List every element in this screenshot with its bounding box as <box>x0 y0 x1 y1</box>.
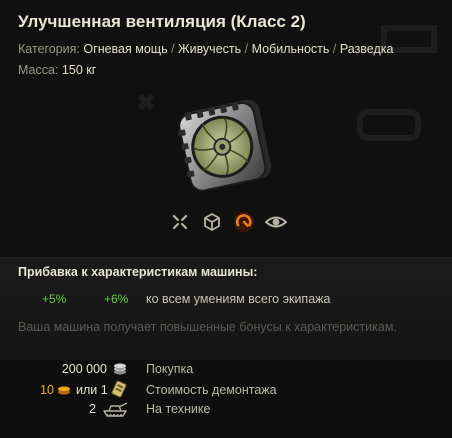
category-firepower: Огневая мощь <box>83 42 168 56</box>
bonus-title: Прибавка к характеристикам машины: <box>18 265 258 279</box>
demount-gold-price: 10 <box>40 383 54 397</box>
category-separator: / <box>332 42 337 56</box>
demount-label: Стоимость демонтажа <box>146 383 277 397</box>
on-vehicle-count: 2 <box>89 402 96 416</box>
equipment-tooltip: Улучшенная вентиляция (Класс 2) Категори… <box>0 0 452 438</box>
item-title: Улучшенная вентиляция (Класс 2) <box>18 12 306 31</box>
mobility-icon <box>232 210 256 234</box>
on-vehicle-label: На технике <box>146 402 211 416</box>
tank-icon <box>103 402 128 417</box>
survivability-icon <box>200 210 224 234</box>
mass-label: Масса: <box>18 63 59 77</box>
category-mobility: Мобильность <box>251 42 330 56</box>
gold-icon <box>57 386 71 395</box>
bonus-value-base: +5% <box>42 292 67 306</box>
category-survivability: Живучесть <box>178 42 242 56</box>
stealth-icon <box>264 210 288 234</box>
item-categories: Категория: Огневая мощь / Живучесть / Мо… <box>18 42 393 56</box>
category-stealth: Разведка <box>339 42 394 56</box>
purchase-label: Покупка <box>146 362 194 376</box>
firepower-icon <box>168 210 192 234</box>
bonus-note: Ваша машина получает повышенные бонусы к… <box>18 320 397 334</box>
mass-value: 150 кг <box>61 63 97 77</box>
demount-kit-icon <box>111 380 127 398</box>
credits-icon <box>113 363 127 375</box>
bonus-description: ко всем умениям всего экипажа <box>146 292 331 306</box>
bonus-value-improved: +6% <box>104 292 129 306</box>
category-separator: / <box>244 42 249 56</box>
category-icon-row <box>168 210 292 234</box>
purchase-price: 200 000 <box>61 362 107 376</box>
demount-or-kit: или 1 <box>76 383 108 397</box>
category-label: Категория: <box>18 42 80 56</box>
ventilation-fan-icon <box>178 99 272 192</box>
category-separator: / <box>171 42 175 56</box>
item-mass: Масса: 150 кг <box>18 63 96 77</box>
